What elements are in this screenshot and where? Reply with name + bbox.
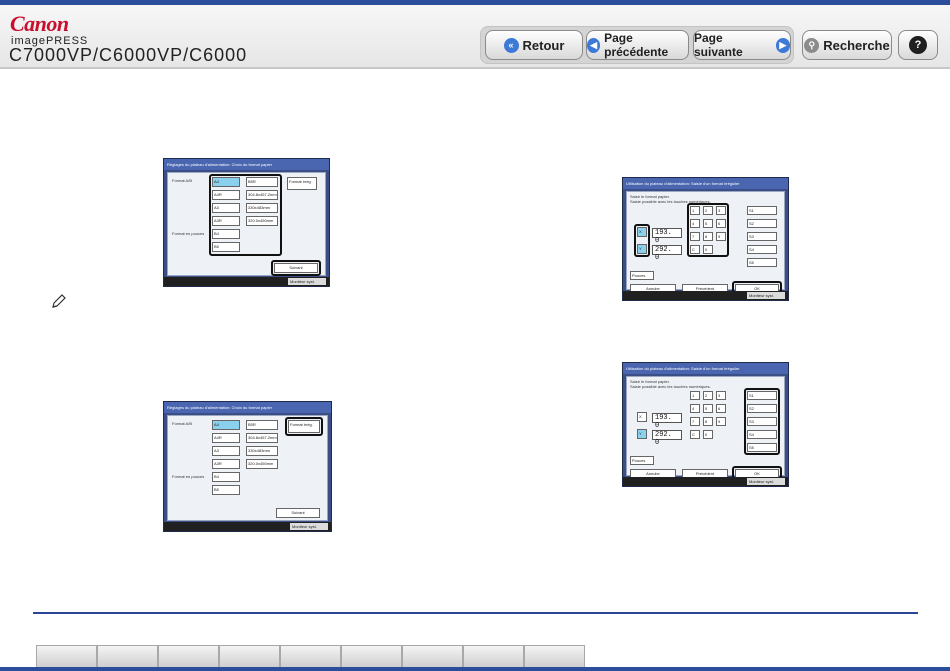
help-button[interactable]: ? — [898, 30, 938, 60]
chapter-tab[interactable] — [463, 645, 524, 667]
xy-highlight — [634, 224, 650, 257]
search-button-label: Recherche — [823, 37, 890, 53]
memory-s1[interactable]: S1 — [747, 206, 777, 215]
x-key[interactable]: X — [637, 412, 647, 422]
size-a3r[interactable]: A3R — [212, 459, 240, 469]
screen-footer: Moniteur syst. — [623, 477, 788, 486]
previous-page-label: Page précédente — [604, 31, 669, 59]
keypad-1[interactable]: 1 — [690, 391, 700, 400]
keypad-7[interactable]: 7 — [690, 417, 700, 426]
chapter-tab[interactable] — [524, 645, 585, 667]
next-button-highlight — [271, 260, 321, 276]
chapter-tab[interactable] — [341, 645, 402, 667]
back-button-label: Retour — [522, 37, 565, 53]
previous-page-button[interactable]: ◀ Page précédente — [586, 30, 689, 60]
screen-title: Utilisation du plateau d'alimentation: S… — [623, 363, 788, 374]
memory-s4[interactable]: S4 — [747, 245, 777, 254]
size-b4[interactable]: B4 — [212, 472, 240, 482]
screen-footer: Moniteur syst. — [623, 291, 788, 300]
size-b5[interactable]: B5 — [212, 485, 240, 495]
search-icon: ⚲ — [804, 37, 820, 53]
y-value-field[interactable]: 292. 0 — [652, 430, 682, 447]
canon-logo: Canon — [10, 11, 69, 36]
model-name: C7000VP/C6000VP/C6000 — [9, 45, 248, 65]
screen-body: Saisir le format papier. Saisie possible… — [626, 191, 785, 296]
inch-button[interactable]: Pouces — [630, 271, 654, 280]
keypad-8[interactable]: 8 — [703, 417, 713, 426]
size-a4[interactable]: A4 — [212, 420, 240, 430]
irregular-format-highlight — [285, 417, 323, 436]
irregular-entry-screen-1: Utilisation du plateau d'alimentation: S… — [622, 177, 789, 301]
keypad-3[interactable]: 3 — [716, 391, 726, 400]
arrow-right-icon: ▶ — [775, 37, 790, 53]
irregular-format-button[interactable]: Format irrég. — [287, 177, 317, 190]
format-label: Format A/B — [172, 178, 193, 183]
chapter-tab[interactable] — [402, 645, 463, 667]
keypad-clear[interactable]: C — [690, 430, 700, 439]
search-button[interactable]: ⚲ Recherche — [802, 30, 892, 60]
keypad-0[interactable]: 0 — [703, 430, 713, 439]
size-a4r[interactable]: A4R — [212, 433, 240, 443]
chapter-tabs — [36, 645, 585, 667]
size-b5r[interactable]: B5R — [246, 420, 278, 430]
chapter-tab[interactable] — [36, 645, 97, 667]
size-custom-1[interactable]: 304.8x457.2mm — [246, 433, 278, 443]
keypad-5[interactable]: 5 — [703, 404, 713, 413]
paper-select-screen-2: Réglages du plateau d'alimentation: Choi… — [163, 401, 332, 532]
size-custom-2[interactable]: 330x483mm — [246, 446, 278, 456]
size-list-highlight — [209, 174, 282, 256]
size-custom-3[interactable]: 320.0x450mm — [246, 459, 278, 469]
screen-body: Format A/B A4 A4R A3 A3R B4 B5 B5R 304.8… — [167, 415, 328, 521]
system-monitor-button[interactable]: Moniteur syst. — [290, 523, 328, 530]
screen-body: Saisir le format papier. Saisie possible… — [626, 376, 785, 481]
system-monitor-button[interactable]: Moniteur syst. — [288, 278, 326, 285]
memory-highlight — [744, 388, 780, 455]
y-value-field[interactable]: 292. 0 — [652, 245, 682, 262]
screen-footer: Moniteur syst. — [164, 277, 329, 286]
size-a3[interactable]: A3 — [212, 446, 240, 456]
format-label: Format A/B — [172, 421, 193, 426]
memory-s3[interactable]: S3 — [747, 232, 777, 241]
next-button[interactable]: Suivant — [276, 508, 320, 518]
y-key[interactable]: Y — [637, 429, 647, 439]
memory-s5[interactable]: S5 — [747, 258, 777, 267]
bottom-accent-bar — [0, 667, 950, 671]
chapter-tab[interactable] — [280, 645, 341, 667]
back-button[interactable]: « Retour — [485, 30, 583, 60]
next-page-button[interactable]: Page suivante ▶ — [693, 30, 791, 60]
chapter-tab[interactable] — [158, 645, 219, 667]
pencil-note-icon — [52, 294, 66, 308]
arrow-left-icon: ◀ — [587, 37, 601, 53]
screen-title: Réglages du plateau d'alimentation: Choi… — [164, 159, 329, 170]
chapter-tab[interactable] — [97, 645, 158, 667]
paper-select-screen-1: Réglages du plateau d'alimentation: Choi… — [163, 158, 330, 287]
keypad-highlight — [687, 203, 729, 257]
envelope-label: Format en pouces — [172, 231, 205, 236]
keypad-6[interactable]: 6 — [716, 404, 726, 413]
envelope-label: Format en pouces — [172, 474, 205, 479]
keypad-2[interactable]: 2 — [703, 391, 713, 400]
screen-title: Utilisation du plateau d'alimentation: S… — [623, 178, 788, 189]
inch-button[interactable]: Pouces — [630, 456, 654, 465]
chapter-tab[interactable] — [219, 645, 280, 667]
screen-title: Réglages du plateau d'alimentation: Choi… — [164, 402, 331, 413]
memory-s2[interactable]: S2 — [747, 219, 777, 228]
screen-body: Format A/B A4 A4R A3 A3R B4 B5 B5R 304.8… — [167, 172, 326, 276]
keypad-9[interactable]: 9 — [716, 417, 726, 426]
x-value-field[interactable]: 193. 0 — [652, 413, 682, 430]
irregular-entry-screen-2: Utilisation du plateau d'alimentation: S… — [622, 362, 789, 487]
system-monitor-button[interactable]: Moniteur syst. — [747, 478, 785, 485]
footer-divider — [33, 612, 918, 614]
system-monitor-button[interactable]: Moniteur syst. — [747, 292, 785, 299]
double-chevron-left-icon: « — [503, 37, 519, 53]
x-value-field[interactable]: 193. 0 — [652, 228, 682, 245]
question-icon: ? — [909, 36, 927, 54]
screen-footer: Moniteur syst. — [164, 522, 331, 531]
next-page-label: Page suivante — [694, 31, 743, 59]
keypad-4[interactable]: 4 — [690, 404, 700, 413]
instruction-2: Saisie possible avec les touches numériq… — [630, 384, 711, 389]
